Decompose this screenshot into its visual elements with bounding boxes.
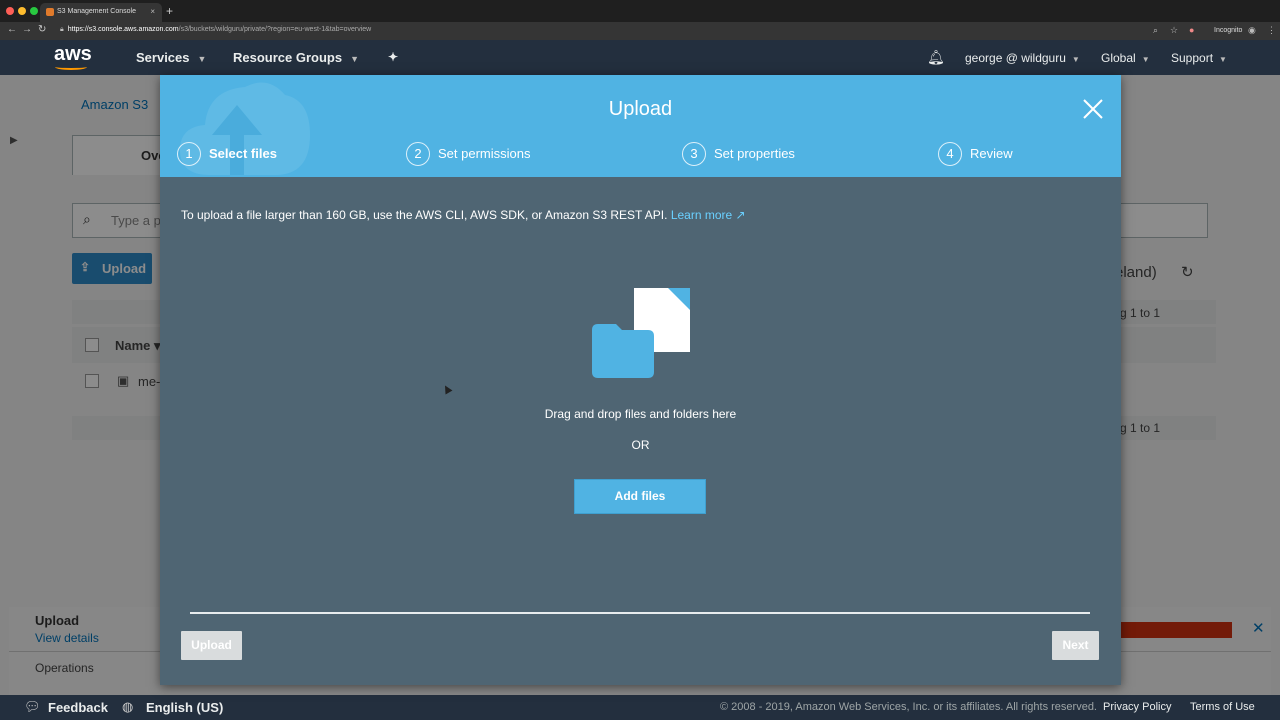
tab-title: S3 Management Console [57, 8, 136, 15]
region-label: Global [1101, 51, 1136, 65]
url-domain: https://s3.console.aws.amazon.com [67, 26, 179, 33]
tab-close-icon[interactable]: × [150, 7, 155, 16]
globe-icon: ◍ [122, 699, 134, 714]
step-number: 3 [682, 142, 706, 166]
files-and-folder-icon [592, 288, 690, 378]
forward-icon[interactable]: → [22, 24, 32, 35]
add-files-button[interactable]: Add files [574, 479, 706, 514]
aws-logo[interactable]: aws [54, 43, 92, 66]
bell-icon[interactable]: 🔔︎ [927, 49, 945, 66]
pin-icon[interactable]: ✦ [388, 50, 398, 64]
learn-more-label: Learn more [670, 208, 733, 222]
aws-top-nav: aws Services ▼ Resource Groups ▼ ✦ 🔔︎ geor… [0, 40, 1280, 75]
bookmark-star-icon[interactable]: ☆ [1170, 25, 1178, 36]
size-info-text: To upload a file larger than 160 GB, use… [181, 208, 746, 222]
minimize-window-button[interactable] [18, 7, 26, 15]
step-label: Review [970, 146, 1013, 161]
footer: 💬︎ Feedback ◍ English (US) © 2008 - 2019… [0, 695, 1280, 720]
modal-header: Upload 1 Select files 2 Set permissions … [160, 75, 1121, 177]
privacy-policy-link[interactable]: Privacy Policy [1103, 701, 1171, 713]
chevron-down-icon: ▼ [1071, 55, 1080, 64]
step-label: Set properties [714, 146, 795, 161]
reload-icon[interactable]: ↻ [38, 24, 46, 35]
s3-favicon-icon [46, 8, 54, 16]
lock-icon: 🔒︎ [60, 26, 64, 33]
aws-smile-icon [55, 64, 87, 70]
upload-modal: Upload 1 Select files 2 Set permissions … [160, 75, 1121, 685]
user-label: george @ wildguru [965, 51, 1066, 65]
terms-of-use-link[interactable]: Terms of Use [1190, 701, 1255, 713]
incognito-icon[interactable]: ◉ [1248, 25, 1256, 36]
services-menu[interactable]: Services ▼ [136, 50, 206, 65]
support-label: Support [1171, 51, 1214, 65]
user-menu[interactable]: george @ wildguru ▼ [965, 51, 1080, 65]
copyright-text: © 2008 - 2019, Amazon Web Services, Inc.… [720, 701, 1097, 713]
support-menu[interactable]: Support ▼ [1171, 51, 1227, 65]
zoom-icon[interactable]: ⌕ [1153, 25, 1158, 36]
step-number: 1 [177, 142, 201, 166]
drag-drop-text: Drag and drop files and folders here [544, 407, 737, 421]
chevron-down-icon: ▼ [350, 54, 360, 64]
resource-groups-label: Resource Groups [233, 50, 343, 65]
step-number: 2 [406, 142, 430, 166]
new-tab-button[interactable]: + [166, 4, 173, 18]
info-text: To upload a file larger than 160 GB, use… [181, 208, 668, 222]
services-label: Services [136, 50, 190, 65]
feedback-link[interactable]: Feedback [48, 700, 108, 715]
step-number: 4 [938, 142, 962, 166]
browser-tab[interactable]: S3 Management Console × [40, 3, 162, 22]
external-link-icon: ↗ [735, 208, 746, 222]
next-button[interactable]: Next [1052, 631, 1099, 660]
close-window-button[interactable] [6, 7, 14, 15]
modal-title: Upload [608, 98, 673, 120]
or-text: OR [631, 438, 650, 452]
url-field[interactable]: 🔒︎ https://s3.console.aws.amazon.com/s3/b… [60, 26, 371, 34]
back-icon[interactable]: ← [7, 24, 17, 35]
chevron-down-icon: ▼ [1219, 55, 1227, 64]
region-menu[interactable]: Global ▼ [1101, 51, 1150, 65]
feedback-icon: 💬︎ [24, 699, 41, 714]
close-icon[interactable] [1081, 97, 1105, 121]
upload-button[interactable]: Upload [181, 631, 242, 660]
chevron-down-icon: ▼ [1141, 55, 1150, 64]
incognito-label: Incognito [1214, 27, 1243, 34]
learn-more-link[interactable]: Learn more ↗ [671, 208, 746, 222]
step-label: Set permissions [438, 146, 531, 161]
chevron-down-icon: ▼ [197, 54, 207, 64]
browser-tab-bar: S3 Management Console × + [0, 0, 1280, 22]
step-label: Select files [209, 146, 277, 161]
modal-divider [190, 612, 1090, 614]
menu-icon[interactable]: ⋮ [1267, 25, 1276, 36]
maximize-window-button[interactable] [30, 7, 38, 15]
language-selector[interactable]: English (US) [146, 700, 223, 715]
url-path: /s3/buckets/wildguru/private/?region=eu-… [178, 26, 372, 33]
extension-icon[interactable]: ● [1189, 25, 1194, 35]
address-bar: ← → ↻ 🔒︎ https://s3.console.aws.amazon.co… [0, 22, 1280, 40]
resource-groups-menu[interactable]: Resource Groups ▼ [233, 50, 359, 65]
